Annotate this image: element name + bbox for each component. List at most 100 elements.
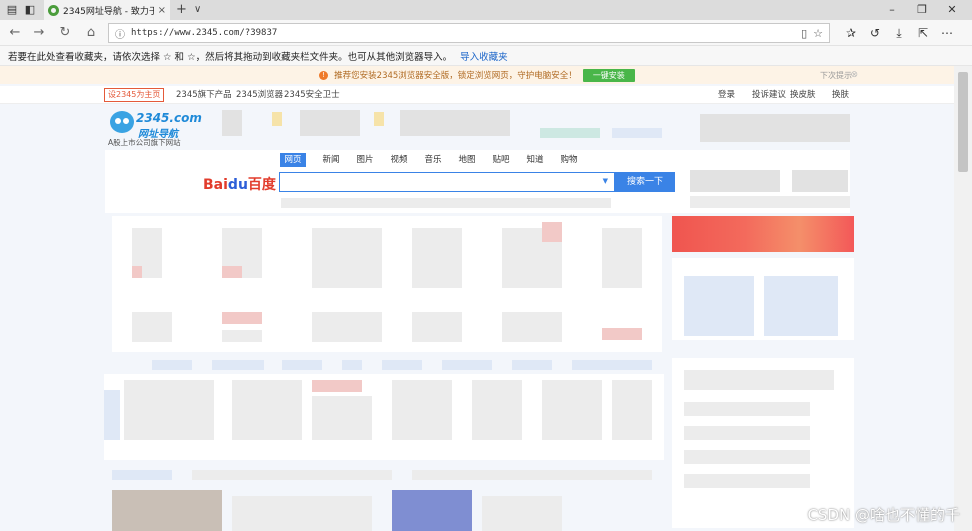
page-scrollbar[interactable] xyxy=(954,66,972,531)
search-tab-music[interactable]: 音乐 xyxy=(416,153,450,167)
site-info-icon[interactable]: ⓘ xyxy=(115,26,125,41)
search-tab-news[interactable]: 新闻 xyxy=(314,153,348,167)
search-tab-map[interactable]: 地图 xyxy=(450,153,484,167)
topnav-skin[interactable]: 换皮肤 xyxy=(790,89,816,101)
blurred-content xyxy=(602,328,642,340)
notice-text: 推荐您安装2345浏览器安全版，锁定浏览网页，守护电脑安全！ xyxy=(334,71,577,81)
search-tabs: 网页 新闻 图片 视频 音乐 地图 贴吧 知道 购物 xyxy=(280,153,586,167)
blurred-content xyxy=(272,112,282,126)
back-icon[interactable]: ← xyxy=(6,24,24,42)
scrollbar-thumb[interactable] xyxy=(958,72,968,172)
share-icon[interactable]: ⇱ xyxy=(914,24,932,42)
search-dropdown-icon[interactable]: ▼ xyxy=(603,177,608,185)
blurred-content xyxy=(382,360,422,370)
notice-close-icon[interactable]: ⊗ xyxy=(850,70,858,80)
blurred-content xyxy=(684,276,754,336)
install-notice-bar: ! 推荐您安装2345浏览器安全版，锁定浏览网页，守护电脑安全！ 一键安装 下次… xyxy=(0,66,954,84)
blurred-content xyxy=(312,396,372,440)
blurred-content xyxy=(222,110,242,136)
window-close-icon[interactable]: ✕ xyxy=(944,2,960,18)
blurred-content xyxy=(684,402,810,416)
favorites-icon[interactable]: ✰ xyxy=(842,24,860,42)
search-tab-video[interactable]: 视频 xyxy=(382,153,416,167)
blurred-content xyxy=(112,470,172,480)
blurred-content xyxy=(512,360,552,370)
reading-view-icon[interactable]: ▯ xyxy=(801,27,807,40)
address-bar[interactable]: ⓘ https://www.2345.com/?39837 ▯ ☆ xyxy=(108,23,830,43)
maximize-icon[interactable]: ❐ xyxy=(914,2,930,18)
blurred-content xyxy=(282,360,322,370)
search-tab-images[interactable]: 图片 xyxy=(348,153,382,167)
warning-icon: ! xyxy=(319,70,329,80)
favorites-bar-message: 若要在此处查看收藏夹，请依次选择 ☆ 和 ☆，然后将其拖动到收藏夹栏文件夹。也可… xyxy=(8,51,453,63)
search-button[interactable]: 搜索一下 xyxy=(615,172,675,192)
tab-title: 2345网址导航 - 致力于 xyxy=(63,6,154,17)
refresh-icon[interactable]: ↻ xyxy=(56,24,74,42)
blurred-content xyxy=(312,312,382,342)
blurred-content xyxy=(412,312,462,342)
notice-dismiss[interactable]: 下次提示 xyxy=(820,70,852,81)
blurred-content xyxy=(412,228,462,288)
blurred-content xyxy=(312,228,382,288)
blurred-content xyxy=(312,380,362,392)
search-input[interactable]: ▼ xyxy=(279,172,615,192)
blurred-content xyxy=(602,228,642,288)
minimize-icon[interactable]: – xyxy=(884,2,900,18)
blurred-content xyxy=(124,380,214,440)
site-logo[interactable]: 2345.com 网址导航 A股上市公司旗下网站 xyxy=(108,109,202,147)
blurred-image xyxy=(112,490,222,531)
tab-list-button[interactable]: ∨ xyxy=(194,1,201,19)
url-text[interactable]: https://www.2345.com/?39837 xyxy=(131,28,795,38)
blurred-content xyxy=(222,330,262,342)
blurred-content xyxy=(690,196,850,208)
import-favorites-link[interactable]: 导入收藏夹 xyxy=(460,49,508,63)
blurred-content xyxy=(700,114,850,142)
logo-subtitle: A股上市公司旗下网站 xyxy=(108,138,181,147)
blurred-content xyxy=(222,312,262,324)
home-icon[interactable]: ⌂ xyxy=(82,24,100,42)
downloads-icon[interactable]: ⤓ xyxy=(890,24,908,42)
blurred-content xyxy=(104,390,120,440)
blurred-content xyxy=(684,474,810,488)
site-favicon-icon xyxy=(48,4,59,16)
history-icon[interactable]: ↺ xyxy=(866,24,884,42)
baidu-logo[interactable]: Baidu百度 xyxy=(203,174,276,194)
search-tab-tieba[interactable]: 贴吧 xyxy=(484,153,518,167)
tab-bar: ▤ ◧ 2345网址导航 - 致力于 × + ∨ – ❐ ✕ xyxy=(0,0,972,20)
set-homepage-link[interactable]: 设2345为主页 xyxy=(104,88,165,102)
topnav-products[interactable]: 2345旗下产品 xyxy=(176,89,232,101)
blurred-content xyxy=(792,170,848,192)
blurred-content xyxy=(300,110,360,136)
promo-banner[interactable] xyxy=(672,216,854,252)
search-tab-shopping[interactable]: 购物 xyxy=(552,153,586,167)
set-aside-tabs-icon[interactable]: ◧ xyxy=(22,2,38,18)
baidu-logo-part2: 百度 xyxy=(247,177,276,193)
topnav-theme[interactable]: 换肤 xyxy=(832,89,849,101)
blurred-content xyxy=(412,470,652,480)
blurred-content xyxy=(232,380,302,440)
install-button[interactable]: 一键安装 xyxy=(582,68,635,82)
favorite-star-icon[interactable]: ☆ xyxy=(813,27,823,40)
search-tab-web[interactable]: 网页 xyxy=(280,153,306,167)
blurred-content xyxy=(212,360,264,370)
tab-close-icon[interactable]: × xyxy=(158,5,166,16)
topnav-feedback[interactable]: 投诉建议 xyxy=(752,89,786,101)
site-grid xyxy=(112,216,662,352)
blurred-content xyxy=(690,170,780,192)
blurred-content xyxy=(400,110,510,136)
page-viewport: ! 推荐您安装2345浏览器安全版，锁定浏览网页，守护电脑安全！ 一键安装 下次… xyxy=(0,66,954,531)
blurred-content xyxy=(612,380,652,440)
search-tab-zhidao[interactable]: 知道 xyxy=(518,153,552,167)
favorites-bar: 若要在此处查看收藏夹，请依次选择 ☆ 和 ☆，然后将其拖动到收藏夹栏文件夹。也可… xyxy=(0,46,972,66)
topnav-security[interactable]: 2345安全卫士 xyxy=(284,89,340,101)
topnav-browser[interactable]: 2345浏览器 xyxy=(236,89,283,101)
blurred-image xyxy=(392,490,472,531)
browser-tab-active[interactable]: 2345网址导航 - 致力于 × xyxy=(44,0,170,20)
blurred-content xyxy=(152,360,192,370)
blurred-content xyxy=(374,112,384,126)
tab-actions-icon[interactable]: ▤ xyxy=(4,2,20,18)
topnav-login[interactable]: 登录 xyxy=(718,89,735,101)
more-menu-icon[interactable]: ⋯ xyxy=(938,24,956,42)
new-tab-button[interactable]: + xyxy=(176,1,187,19)
forward-icon[interactable]: → xyxy=(30,24,48,42)
